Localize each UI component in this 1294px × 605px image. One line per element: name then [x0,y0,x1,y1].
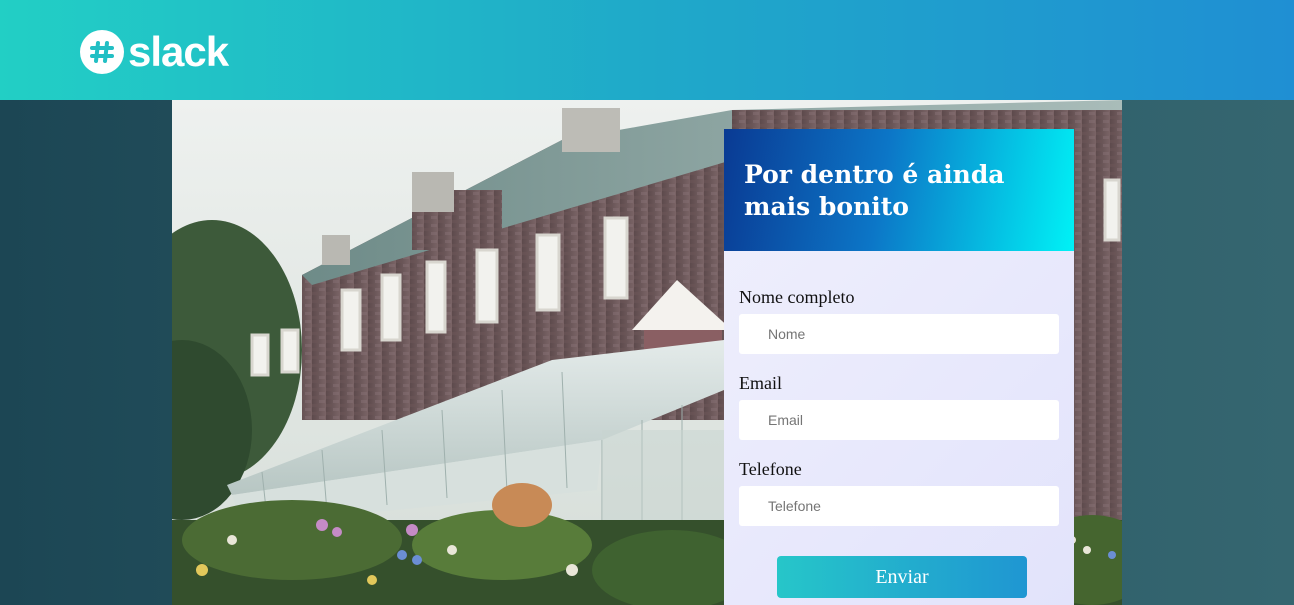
form-header: Por dentro é ainda mais bonito [724,129,1074,251]
phone-input[interactable] [739,486,1059,526]
slack-hash-icon [80,30,124,74]
phone-field-label: Telefone [739,459,802,479]
name-field-label: Nome completo [739,287,855,307]
form-title: Por dentro é ainda mais bonito [744,160,1005,221]
top-header-bar: slack [0,0,1294,100]
name-field-group: Nome completo [739,287,1059,354]
signup-form-card: Por dentro é ainda mais bonito Nome comp… [724,129,1074,605]
logo-wordmark: slack [128,28,229,75]
submit-button[interactable]: Enviar [777,556,1027,598]
email-input[interactable] [739,400,1059,440]
email-field-group: Email [739,373,1059,440]
phone-field-group: Telefone [739,459,1059,526]
slack-logo[interactable]: slack [80,28,229,75]
email-field-label: Email [739,373,782,393]
name-input[interactable] [739,314,1059,354]
